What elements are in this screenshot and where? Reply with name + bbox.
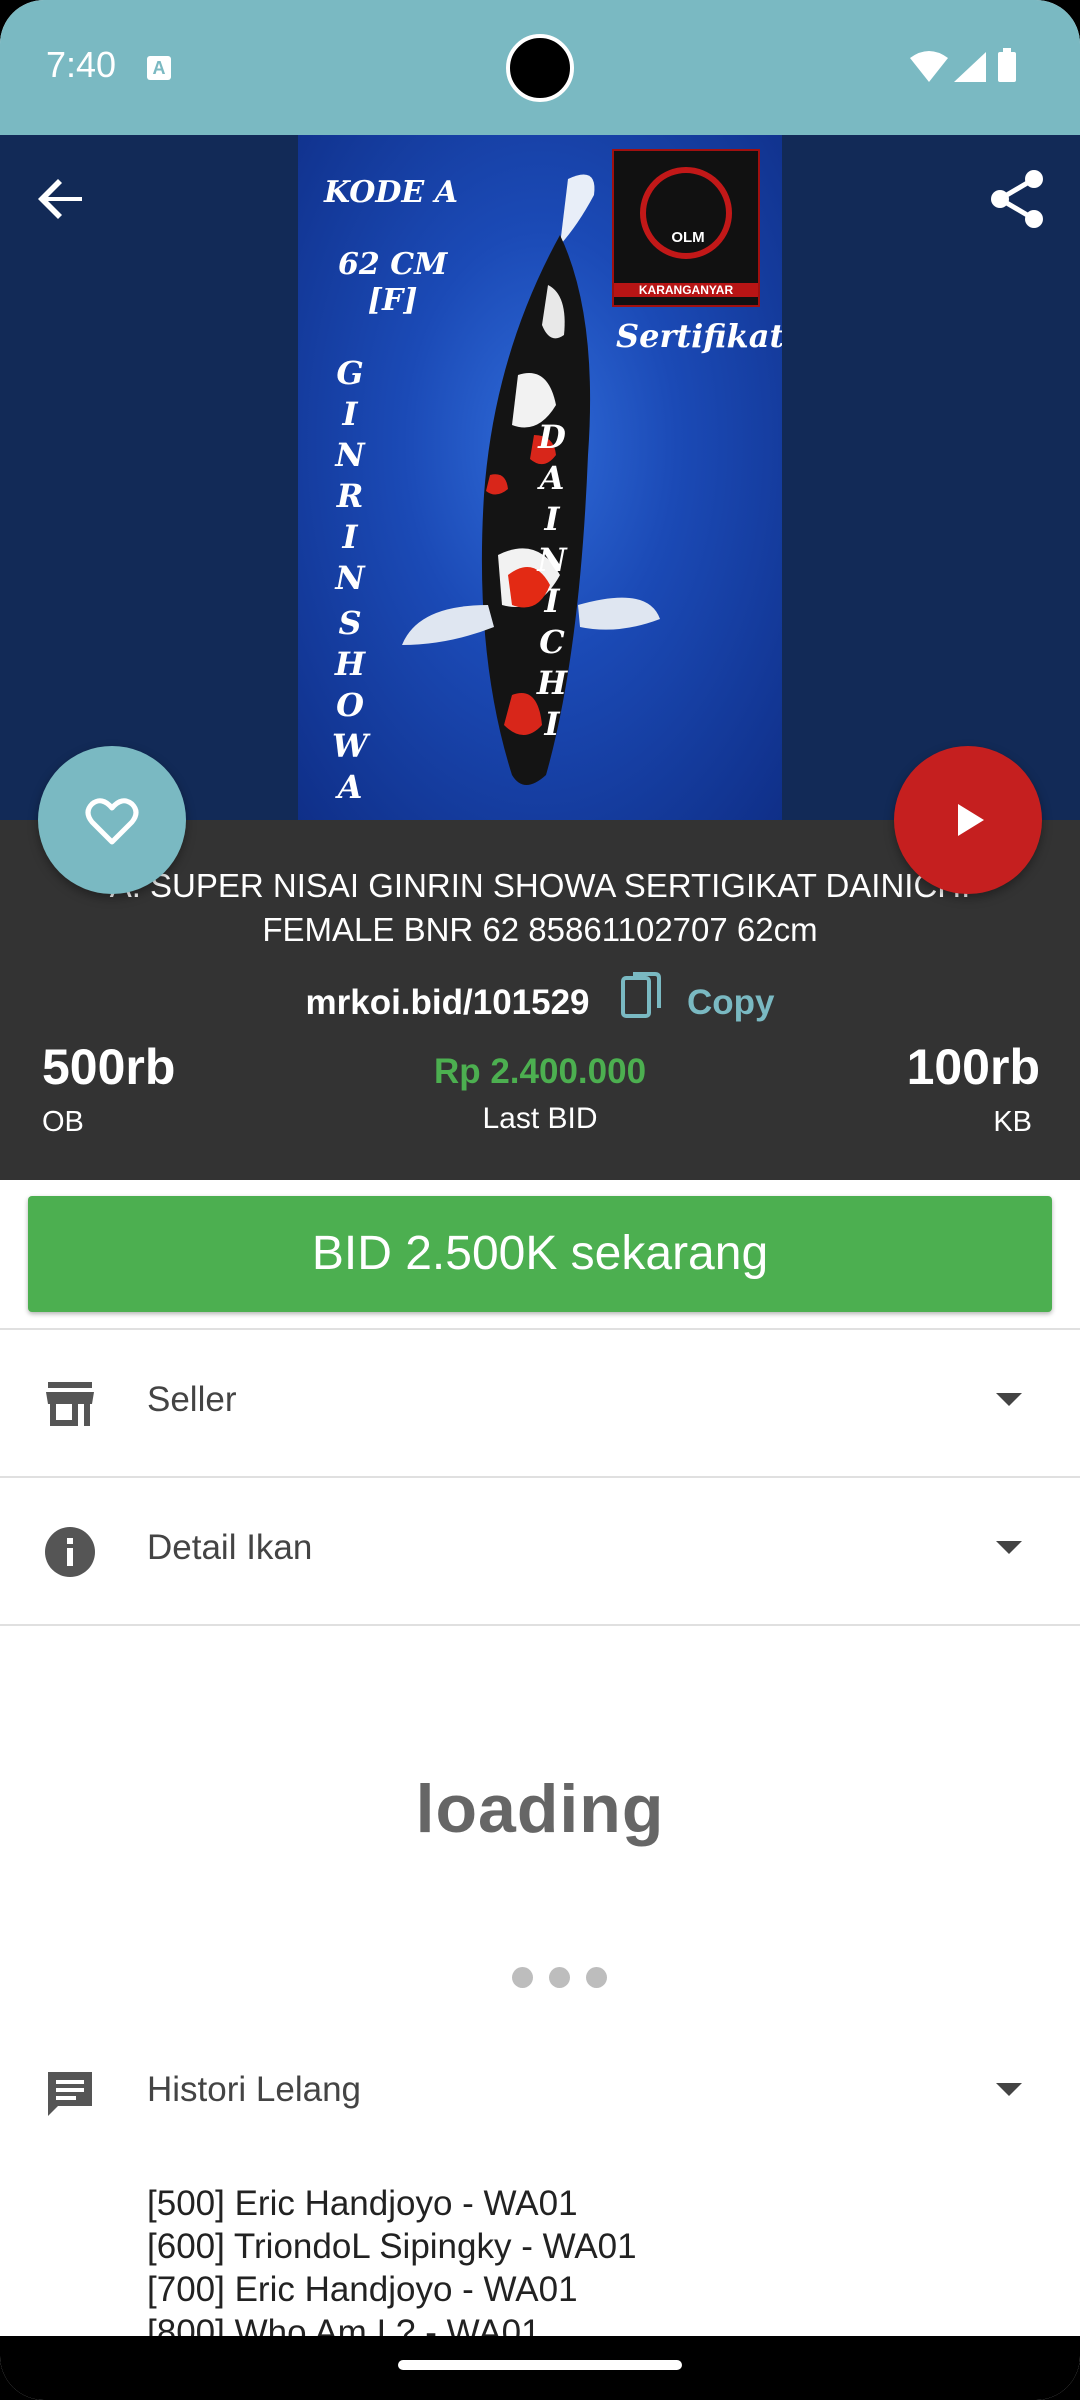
chevron-down-icon xyxy=(996,2083,1022,2096)
share-link-row: mrkoi.bid/101529 Copy xyxy=(0,970,1080,1023)
play-video-button[interactable] xyxy=(894,746,1042,894)
history-section-header[interactable]: Histori Lelang xyxy=(0,2020,1080,2166)
chevron-down-icon xyxy=(996,1393,1022,1406)
copy-icon[interactable] xyxy=(619,970,663,1022)
kb-value: 100rb xyxy=(906,1039,1040,1095)
hero-breeder-text: DAINICHI xyxy=(536,418,568,743)
hero-image-area: KODE A 62 CM [F] GINRIN SHOWA DAINICHI S… xyxy=(0,135,1080,820)
play-icon xyxy=(958,804,984,836)
info-icon xyxy=(45,1527,95,1577)
comment-icon xyxy=(48,2072,92,2116)
seller-label: Seller xyxy=(147,1380,237,1419)
listing-title: A. SUPER NISAI GINRIN SHOWA SERTIGIKAT D… xyxy=(109,867,971,948)
seller-section-header[interactable]: Seller xyxy=(0,1330,1080,1476)
gesture-nav-bar xyxy=(0,2336,1080,2400)
listing-link[interactable]: mrkoi.bid/101529 xyxy=(305,983,589,1022)
olm-logo: OLM KARANGANYAR xyxy=(612,149,760,307)
status-icons xyxy=(910,48,1016,82)
status-time: 7:40 xyxy=(46,44,117,85)
kb-label: KB xyxy=(993,1106,1032,1138)
heart-icon xyxy=(85,798,139,845)
home-indicator[interactable] xyxy=(398,2360,682,2370)
hero-variety-text-2: SHOWA xyxy=(332,604,368,806)
copy-button[interactable]: Copy xyxy=(687,983,775,1022)
history-label: Histori Lelang xyxy=(147,2070,361,2109)
hero-sertifikat-text: Sertifikat xyxy=(616,317,782,355)
bid-now-button[interactable]: BID 2.500K sekarang xyxy=(28,1196,1052,1312)
list-item: [700] Eric Handjoyo - WA01 xyxy=(147,2270,578,2309)
last-bid-label: Last BID xyxy=(482,1102,598,1135)
list-item: [600] TriondoL Sipingky - WA01 xyxy=(147,2227,637,2266)
chevron-down-icon xyxy=(996,1541,1022,1554)
bid-history-list: [500] Eric Handjoyo - WA01 [600] Triondo… xyxy=(147,2182,637,2354)
back-arrow-icon[interactable] xyxy=(30,167,94,231)
hero-variety-text-1: GINRIN xyxy=(335,354,365,597)
camera-cutout xyxy=(506,34,574,102)
divider xyxy=(0,1624,1080,1626)
favorite-button[interactable] xyxy=(38,746,186,894)
wifi-icon xyxy=(910,51,948,82)
detail-label: Detail Ikan xyxy=(147,1528,313,1567)
battery-icon xyxy=(998,52,1016,82)
share-icon[interactable] xyxy=(986,167,1050,231)
loading-indicator-text: loading xyxy=(415,1771,665,1847)
status-bar: 7:40 A xyxy=(0,0,1080,135)
koi-photo[interactable]: KODE A 62 CM [F] GINRIN SHOWA DAINICHI S… xyxy=(298,135,782,820)
list-item: [500] Eric Handjoyo - WA01 xyxy=(147,2184,578,2223)
signal-icon xyxy=(954,52,986,82)
loading-dots xyxy=(512,1967,623,1993)
app-screen: 7:40 A KODE A 62 CM [F] G I N R I N S H … xyxy=(0,0,1080,2400)
notification-icon: A xyxy=(147,56,171,80)
hero-size-text: 62 CM [F] xyxy=(338,247,448,318)
detail-section-header[interactable]: Detail Ikan xyxy=(0,1478,1080,1624)
store-icon xyxy=(46,1382,94,1426)
hero-kode-text: KODE A xyxy=(324,175,459,210)
